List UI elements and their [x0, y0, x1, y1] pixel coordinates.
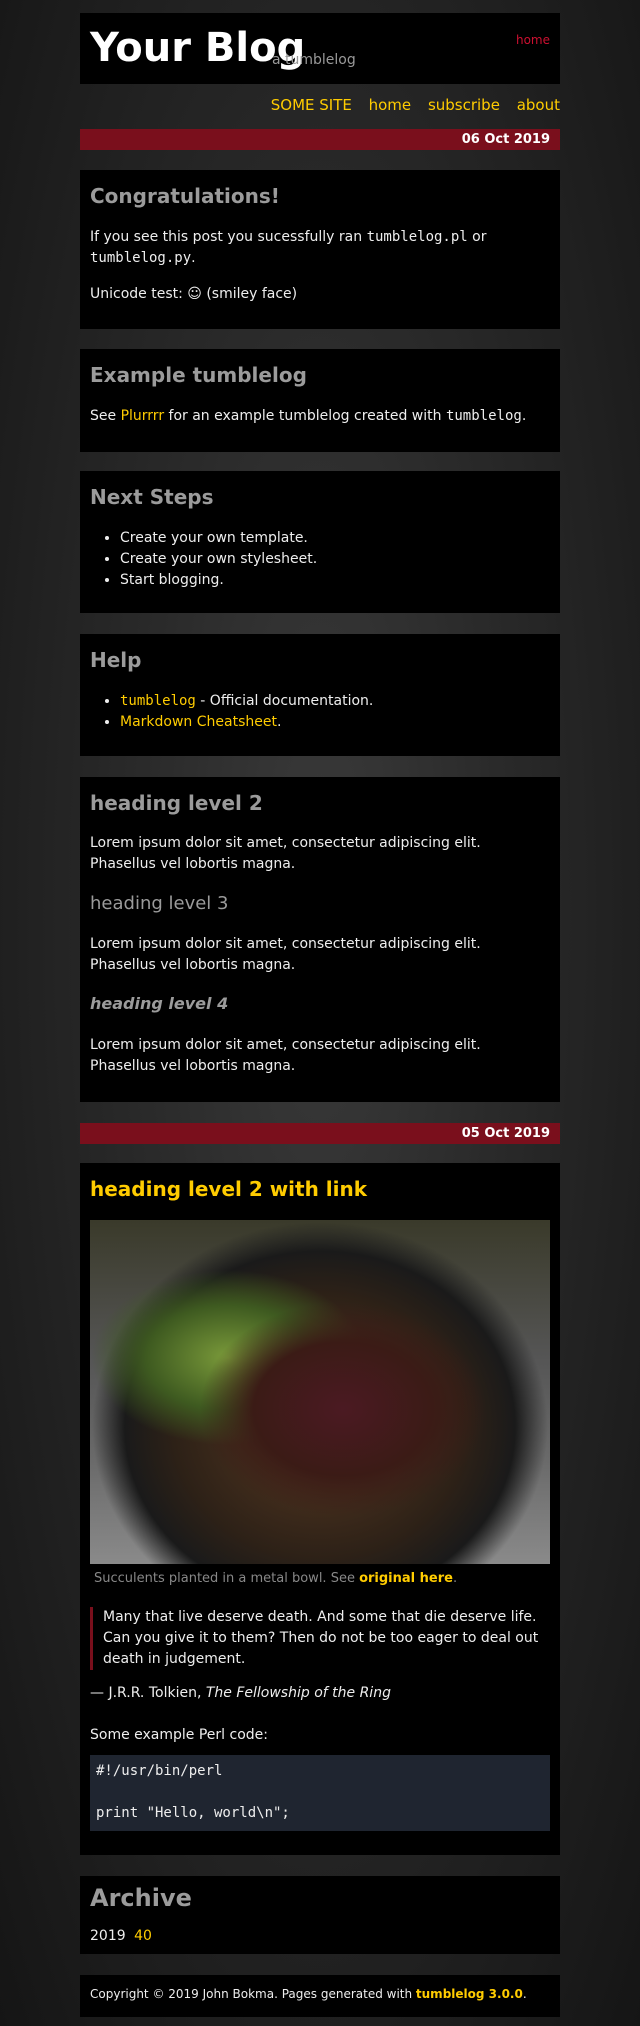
- code-intro: Some example Perl code:: [90, 1727, 268, 1743]
- inline-code: tumblelog.py: [90, 250, 192, 266]
- footer-text: Copyright © 2019 John Bokma. Pages gener…: [90, 1987, 416, 2001]
- inline-code: tumblelog.pl: [366, 229, 468, 245]
- list-item: Markdown Cheatsheet.: [120, 712, 373, 733]
- quote-attribution: — J.R.R. Tolkien, The Fellowship of the …: [90, 1685, 391, 1701]
- nav-subscribe[interactable]: subscribe: [428, 96, 500, 114]
- archive-year: 2019: [90, 1928, 126, 1944]
- post-title-link[interactable]: heading level 2 with link: [90, 1177, 367, 1201]
- post-paragraph: Unicode test: ☺ (smiley face): [90, 286, 298, 302]
- post-example-tumblelog: Example tumblelog See Plurrrr for an exa…: [80, 349, 560, 452]
- nav-some-site[interactable]: SOME SITE: [271, 96, 352, 114]
- nav-about[interactable]: about: [517, 96, 560, 114]
- home-link-top[interactable]: home: [516, 33, 550, 47]
- help-list: tumblelog - Official documentation. Mark…: [90, 691, 373, 733]
- main-nav: SOME SITE home subscribe about: [259, 96, 560, 114]
- tumblelog-version-link[interactable]: tumblelog 3.0.0: [416, 1987, 523, 2001]
- post-title: Example tumblelog: [90, 363, 307, 387]
- heading-level-2: heading level 2: [90, 791, 263, 815]
- post-next-steps: Next Steps Create your own template. Cre…: [80, 471, 560, 613]
- post-help: Help tumblelog - Official documentation.…: [80, 634, 560, 756]
- plurrrr-link[interactable]: Plurrrr: [121, 408, 165, 424]
- tumblelog-docs-link[interactable]: tumblelog: [120, 693, 196, 709]
- code-block: #!/usr/bin/perl print "Hello, world\n";: [90, 1755, 550, 1831]
- date-bar[interactable]: 06 Oct 2019: [80, 129, 560, 150]
- original-here-link[interactable]: original here: [359, 1571, 453, 1586]
- post-title: Congratulations!: [90, 184, 280, 208]
- archive-week-link[interactable]: 40: [134, 1928, 152, 1944]
- post-title: Help: [90, 648, 142, 672]
- steps-list: Create your own template. Create your ow…: [90, 528, 317, 591]
- nav-home[interactable]: home: [369, 96, 412, 114]
- list-item: Start blogging.: [120, 570, 317, 591]
- heading-level-3: heading level 3: [90, 893, 229, 914]
- succulents-photo: [90, 1220, 550, 1564]
- date-bar[interactable]: 05 Oct 2019: [80, 1123, 560, 1144]
- list-item: Create your own stylesheet.: [120, 549, 317, 570]
- heading-level-4: heading level 4: [90, 994, 229, 1013]
- archive-section: Archive 2019 40: [80, 1876, 560, 1954]
- site-footer: Copyright © 2019 John Bokma. Pages gener…: [80, 1975, 560, 2017]
- list-item: Create your own template.: [120, 528, 317, 549]
- post-paragraph: See Plurrrr for an example tumblelog cre…: [90, 408, 527, 424]
- site-tagline: a tumblelog: [272, 52, 356, 68]
- post-paragraph: Lorem ipsum dolor sit amet, consectetur …: [90, 1037, 481, 1074]
- photo-caption: Succulents planted in a metal bowl. See …: [94, 1571, 458, 1586]
- inline-code: tumblelog: [445, 408, 522, 424]
- site-header: Your Blog a tumblelog home: [80, 13, 560, 84]
- post-headings: heading level 2 Lorem ipsum dolor sit am…: [80, 777, 560, 1102]
- blockquote: Many that live deserve death. And some t…: [90, 1607, 543, 1670]
- post-paragraph: Lorem ipsum dolor sit amet, consectetur …: [90, 936, 481, 973]
- markdown-cheatsheet-link[interactable]: Markdown Cheatsheet: [120, 714, 277, 730]
- archive-row: 2019 40: [90, 1926, 152, 1947]
- post-congratulations: Congratulations! If you see this post yo…: [80, 170, 560, 329]
- archive-title: Archive: [90, 1884, 192, 1912]
- post-paragraph: Lorem ipsum dolor sit amet, consectetur …: [90, 835, 481, 872]
- post-heading-with-link: heading level 2 with link Succulents pla…: [80, 1163, 560, 1855]
- post-paragraph: If you see this post you sucessfully ran…: [90, 229, 487, 266]
- post-title: Next Steps: [90, 485, 214, 509]
- list-item: tumblelog - Official documentation.: [120, 691, 373, 712]
